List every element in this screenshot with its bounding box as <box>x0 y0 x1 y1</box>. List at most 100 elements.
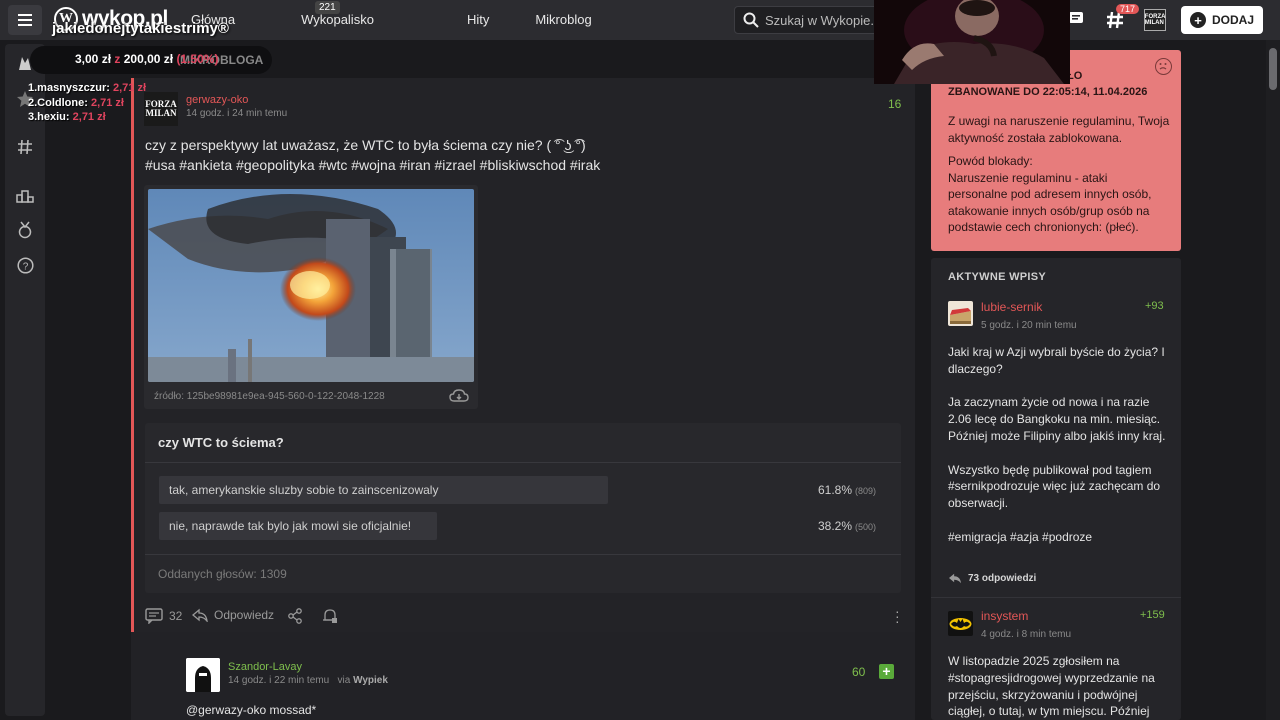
reply-button[interactable]: Odpowiedz <box>192 608 274 622</box>
poll-option-percent: 61.8% <box>818 483 853 497</box>
user-avatar[interactable]: FORZA MILAN <box>1144 9 1166 31</box>
poll-total-votes: Oddanych głosów: 1309 <box>158 567 287 581</box>
leader-value: 2,71 zł <box>72 111 106 123</box>
add-button-label: DODAJ <box>1211 13 1254 27</box>
donation-current: 3,00 zł <box>75 52 112 66</box>
donor-leaderboard: 1.masnyszczur: 2,71 zł 2.Coldlone: 2,71 … <box>28 81 146 125</box>
entry-author-name[interactable]: insystem <box>981 609 1028 623</box>
donation-goal: 3,00 zł z 200,00 zł (1.50%) <box>75 52 218 66</box>
more-options-icon[interactable]: · · · <box>895 604 900 628</box>
comments-icon <box>145 608 163 624</box>
comments-button[interactable]: 32 <box>145 608 182 624</box>
poll-option-count: (809) <box>855 486 877 496</box>
svg-text:?: ? <box>22 261 28 272</box>
poll-question: czy WTC to ściema? <box>158 435 284 450</box>
menu-icon[interactable] <box>8 5 42 35</box>
awards-icon[interactable] <box>15 220 35 240</box>
leader-value: 2,71 zł <box>113 82 147 94</box>
add-button[interactable]: + DODAJ <box>1181 6 1263 34</box>
tag-notifications-icon[interactable] <box>1106 11 1124 34</box>
entry-timestamp[interactable]: 5 godz. i 20 min temu <box>981 320 1077 331</box>
entry-replies-count: 73 odpowiedzi <box>968 572 1037 584</box>
search-box[interactable] <box>734 6 884 34</box>
poll-option-percent: 38.2% <box>818 519 853 533</box>
poll-divider <box>145 462 901 463</box>
notifications-count-badge: 717 <box>1116 4 1140 14</box>
poll-divider <box>145 554 901 555</box>
comments-count: 32 <box>169 609 183 623</box>
stream-title: jakiedonejtytakiestrimy® <box>52 20 229 37</box>
reply-label: Odpowiedz <box>214 608 275 622</box>
bell-icon <box>323 609 337 623</box>
notify-button[interactable] <box>322 608 338 624</box>
ranking-icon[interactable] <box>15 185 35 205</box>
share-icon <box>288 608 302 624</box>
wykopalisko-count-badge: 221 <box>315 1 340 14</box>
poll-option-label[interactable]: nie, naprawde tak bylo jak mowi sie ofic… <box>169 519 411 533</box>
post-vote-count: 16 <box>888 97 902 111</box>
leaderboard-row: 1.masnyszczur: 2,71 zł <box>28 81 146 96</box>
page-scrollbar[interactable] <box>1266 40 1280 720</box>
leaderboard-row: 2.Coldlone: 2,71 zł <box>28 96 146 111</box>
webcam-overlay <box>874 0 1070 84</box>
leader-name: 2.Coldlone: <box>28 96 88 109</box>
post-tags[interactable]: #usa #ankieta #geopolityka #wtc #wojna #… <box>145 155 600 175</box>
leaderboard-row: 3.hexiu: 2,71 zł <box>28 110 146 125</box>
entry-author-name[interactable]: lubie-sernik <box>981 300 1042 314</box>
nav-item-hity[interactable]: Hity <box>467 12 489 27</box>
leader-value: 2,71 zł <box>90 96 124 109</box>
comment-time[interactable]: 14 godz. i 22 min temu <box>228 675 329 686</box>
entry-vote-count: +93 <box>1145 300 1164 312</box>
donation-percent: (1.50%) <box>176 52 219 66</box>
image-source: źródło: 125be98981e9ea-945-560-0-122-204… <box>154 391 385 402</box>
search-icon <box>743 12 759 28</box>
entry-text: W listopadzie 2025 zgłosiłem na #stopagr… <box>948 654 1155 719</box>
leader-name: 1.masnyszczur: <box>28 82 110 94</box>
ban-text-3: Naruszenie regulaminu - ataki personalne… <box>948 170 1152 235</box>
comment-vote-count: 60 <box>852 665 866 679</box>
post-timestamp[interactable]: 14 godz. i 24 min temu <box>186 108 287 119</box>
comment-upvote-button[interactable]: + <box>879 664 894 679</box>
nav-item-wykopalisko[interactable]: Wykopalisko <box>301 12 374 27</box>
entry-text: Jaki kraj w Azji wybrali byście do życia… <box>948 345 1166 544</box>
active-entries-title: AKTYWNE WPISY <box>948 271 1047 283</box>
nav-item-mikroblog[interactable]: Mikroblog <box>535 12 591 27</box>
reply-icon <box>192 608 208 622</box>
comment-author-avatar[interactable] <box>186 658 220 692</box>
plus-icon: + <box>1189 12 1206 28</box>
poll-option-count: (500) <box>855 522 877 532</box>
ban-title-line2: ZBANOWANE DO 22:05:14, 11.04.2026 <box>948 86 1148 98</box>
ban-text-1: Z uwagi na naruszenie regulaminu, Twoja … <box>948 114 1170 145</box>
comment-author-name[interactable]: Szandor-Lavay <box>228 661 302 673</box>
post-author-name[interactable]: gerwazy-oko <box>186 94 248 106</box>
ban-body: Z uwagi na naruszenie regulaminu, Twoja … <box>948 113 1170 236</box>
via-label: via <box>337 675 351 686</box>
entry-author-avatar[interactable] <box>948 301 973 326</box>
poll-option-label[interactable]: tak, amerykanskie sluzby sobie to zainsc… <box>169 483 438 497</box>
search-input[interactable] <box>765 12 875 28</box>
post-body: czy z perspektywy lat uważasz, że WTC to… <box>145 135 600 175</box>
via-app[interactable]: Wypiek <box>353 675 388 686</box>
entry-timestamp[interactable]: 4 godz. i 8 min temu <box>981 629 1071 640</box>
post-author-avatar[interactable]: FORZA MILAN <box>144 92 178 126</box>
help-icon[interactable]: ? <box>15 255 35 275</box>
post-text: czy z perspektywy lat uważasz, że WTC to… <box>145 137 586 153</box>
entries-divider <box>931 597 1181 598</box>
download-cloud-icon[interactable] <box>449 388 469 404</box>
scrollbar-thumb[interactable] <box>1269 48 1277 90</box>
messages-icon[interactable] <box>1068 11 1086 32</box>
entry-replies-link[interactable]: 73 odpowiedzi <box>948 572 1036 584</box>
donation-target: 200,00 zł <box>123 52 174 66</box>
comment-text: @gerwazy-oko mossad* <box>186 703 317 717</box>
sad-face-icon <box>1155 58 1172 75</box>
comment-via: via Wypiek <box>338 675 388 686</box>
entry-vote-count: +159 <box>1140 609 1165 621</box>
left-sidebar: ? <box>5 44 45 716</box>
donation-z: z <box>114 52 121 66</box>
entry-author-avatar[interactable] <box>948 611 973 636</box>
reply-icon <box>949 573 961 584</box>
share-button[interactable] <box>287 608 303 624</box>
hashtag-icon[interactable] <box>15 137 35 157</box>
post-image[interactable] <box>148 189 474 382</box>
comment-timestamp: 14 godz. i 22 min temu via Wypiek <box>228 675 388 686</box>
